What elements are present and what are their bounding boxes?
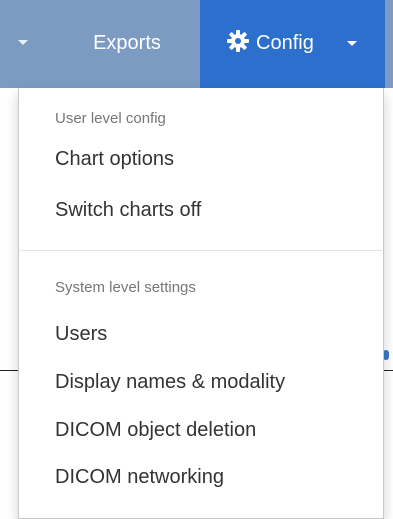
chevron-down-icon [347,41,357,46]
config-dropdown-menu: User level config Chart options Switch c… [18,88,384,519]
menu-item-dicom-object-deletion[interactable]: DICOM object deletion [55,419,256,442]
nav-config-label: Config [256,32,314,54]
section-header-system-level: System level settings [55,279,196,296]
chevron-down-icon[interactable] [18,40,28,45]
menu-item-chart-options[interactable]: Chart options [55,148,174,171]
section-header-user-level: User level config [55,110,166,127]
menu-item-switch-charts-off[interactable]: Switch charts off [55,199,201,222]
gear-icon [227,30,249,52]
menu-divider [18,250,382,251]
menu-item-users[interactable]: Users [55,323,107,346]
menu-item-dicom-networking[interactable]: DICOM networking [55,466,224,489]
top-navbar: Exports Config [0,0,393,88]
navbar-edge [385,0,393,88]
menu-item-display-names-modality[interactable]: Display names & modality [55,371,285,394]
nav-exports[interactable]: Exports [62,28,192,58]
nav-config-toggle[interactable]: Config [200,0,385,88]
